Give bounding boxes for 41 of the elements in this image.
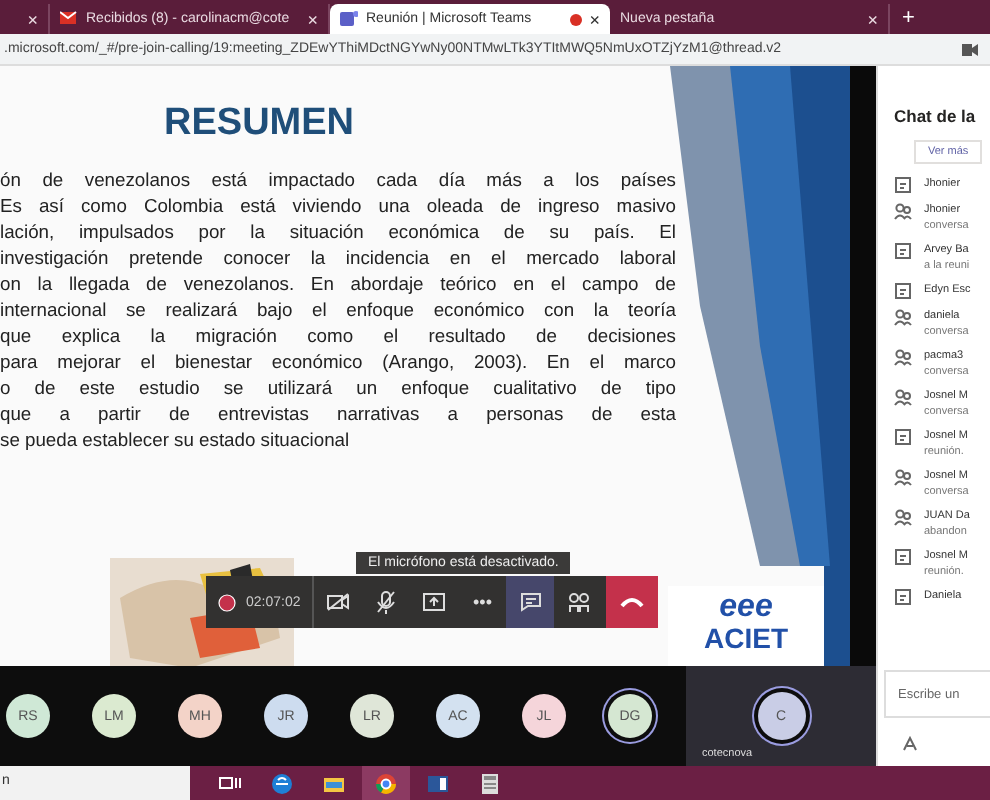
more-options-button[interactable]: ••• [458, 576, 507, 628]
logo-mark: eee [719, 590, 773, 624]
record-icon [218, 593, 236, 611]
hang-up-icon [620, 596, 645, 608]
mail-icon [60, 10, 78, 28]
people-icon [894, 508, 912, 526]
format-icon[interactable] [902, 736, 918, 752]
note-icon [894, 282, 912, 300]
teams-icon [340, 10, 358, 28]
word-icon[interactable] [426, 771, 450, 795]
participants-icon [567, 591, 590, 613]
close-tab-button[interactable]: × [27, 9, 38, 29]
note-icon [894, 242, 912, 260]
chat-icon [519, 592, 542, 612]
task-view-icon[interactable] [218, 771, 242, 795]
browser-e-icon[interactable] [270, 771, 294, 795]
note-icon [894, 548, 912, 566]
camera-icon [962, 43, 978, 55]
note-icon [894, 428, 912, 446]
logo-name: ACIET [704, 624, 788, 654]
people-icon [894, 308, 912, 326]
chrome-icon[interactable] [374, 771, 398, 795]
people-icon [894, 468, 912, 486]
chat-title: Chat de la [894, 106, 978, 126]
slide-title: RESUMEN [164, 102, 355, 146]
people-icon [894, 388, 912, 406]
share-screen-icon [422, 591, 447, 613]
close-tab-button[interactable]: × [307, 9, 318, 29]
close-tab-button[interactable]: × [867, 9, 878, 29]
people-icon [894, 348, 912, 366]
mic-off-icon [376, 590, 397, 614]
chat-button[interactable] [506, 576, 555, 628]
note-icon [894, 588, 912, 606]
camera-off-icon [326, 592, 351, 612]
close-tab-button[interactable]: × [589, 9, 600, 29]
hang-up-button[interactable] [606, 576, 659, 628]
note-icon [894, 176, 912, 194]
people-icon [894, 202, 912, 220]
slide-paragraph: ón de venezolanos está impactado cada día más a los países Es así como Colombia está viviendo una oleada de ingreso masivo lación, impulsados por la situación económica de su país. El investigación pretende conocer la incidencia en el mercado laboral on la llegada de venezolanos. En abordaje teórico en el campo de internacional se realizará bajo el enfoque económico con la teoría que explica la migración como el resultado de decisiones para mejorar el bienestar económico (Arango, 2003). En el marco o de este estudio se utilizará un enfoque cualitativo de tipo que a partir de entrevistas narrativas a personas de esta se pueda establecer su estado situacional [0, 166, 676, 452]
new-tab-button[interactable]: + [890, 4, 927, 34]
calculator-icon[interactable] [478, 771, 502, 795]
